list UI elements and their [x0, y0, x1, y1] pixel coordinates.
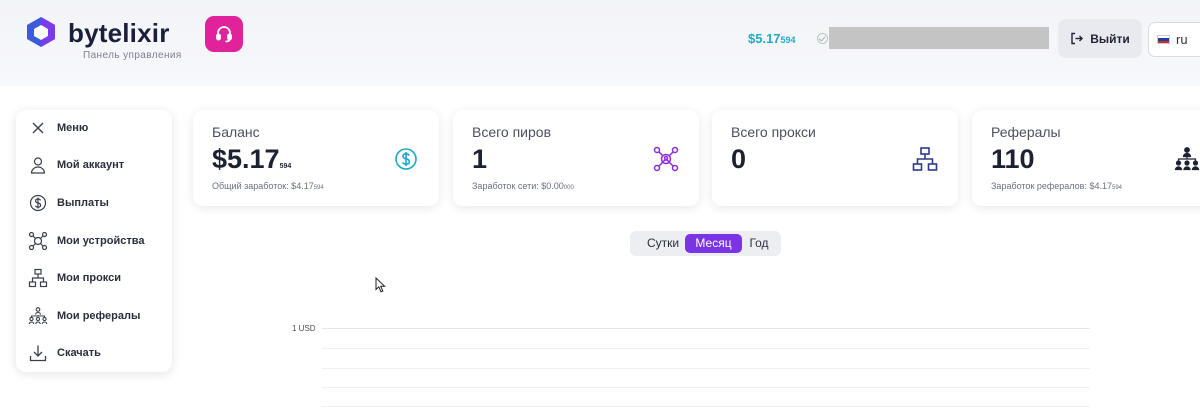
- referrals-card: Рефералы 110 Заработок рефералов: $4.175…: [972, 110, 1200, 206]
- sidebar-item-label: Мой аккаунт: [57, 159, 125, 171]
- referral-people-icon: [1174, 147, 1200, 171]
- sidebar-item-label: Мои прокси: [57, 272, 122, 284]
- header-balance-fraction: 594: [780, 35, 796, 45]
- sidebar-item-menu[interactable]: Меню: [28, 115, 168, 141]
- card-subtext-main: Общий заработок: $4.17: [212, 181, 314, 191]
- sidebar-item-proxies[interactable]: Мои прокси: [28, 265, 168, 291]
- chart-gridline: [322, 368, 1090, 369]
- chart-y-tick-label: 1 USD: [292, 324, 316, 333]
- top-header: bytelixir Панель управления $5.17594 Вый…: [0, 0, 1200, 86]
- card-value-main: 110: [991, 144, 1035, 174]
- card-title: Всего пиров: [472, 124, 552, 140]
- logout-icon: [1071, 32, 1084, 45]
- peers-card: Всего пиров 1 Заработок сети: $0.00000: [453, 110, 699, 206]
- card-subtext-fraction: 594: [1111, 185, 1122, 191]
- dollar-icon: [29, 194, 47, 212]
- card-value-main: 0: [731, 144, 747, 174]
- chart-gridline: [322, 406, 1090, 407]
- card-subtext: Общий заработок: $4.17594: [212, 181, 324, 191]
- peers-icon: [653, 146, 679, 172]
- card-value: 1: [472, 144, 487, 175]
- language-select[interactable]: ru: [1148, 22, 1200, 57]
- card-subtext-main: Заработок сети: $0.00: [472, 181, 564, 191]
- headset-icon: [216, 26, 232, 43]
- dollar-circle-icon: [395, 148, 417, 170]
- referrals-icon: [28, 307, 48, 325]
- sidebar-item-label: Меню: [57, 122, 89, 134]
- proxies-card: Всего прокси 0: [712, 110, 958, 206]
- sidebar-item-payouts[interactable]: Выплаты: [28, 190, 168, 216]
- brand-subtitle: Панель управления: [83, 50, 182, 61]
- period-day-button[interactable]: Сутки: [636, 234, 690, 253]
- brand-logo[interactable]: [26, 16, 56, 48]
- brand-name: bytelixir: [68, 18, 170, 48]
- chart-gridline: [322, 348, 1090, 349]
- redacted-account-info: [829, 27, 1049, 49]
- devices-icon: [28, 231, 48, 251]
- user-icon: [30, 157, 46, 174]
- header-balance-main: $5.17: [748, 31, 781, 46]
- card-subtext-main: Заработок рефералов: $4.17: [991, 181, 1112, 191]
- card-value-main: $5.17: [212, 144, 280, 174]
- logout-label: Выйти: [1090, 31, 1130, 46]
- mouse-cursor-icon: [375, 277, 386, 293]
- chart-gridline: [322, 387, 1090, 388]
- period-selector: Сутки Месяц Год: [630, 231, 781, 256]
- chart-gridline: [322, 328, 1090, 329]
- card-value: 0: [731, 144, 746, 175]
- card-title: Всего прокси: [731, 124, 816, 140]
- card-title: Баланс: [212, 124, 260, 140]
- sidebar-item-label: Мои устройства: [57, 235, 145, 247]
- sidebar-item-label: Выплаты: [57, 197, 109, 209]
- period-month-button[interactable]: Месяц: [685, 234, 742, 253]
- card-value-fraction: 594: [279, 163, 292, 170]
- network-icon: [28, 268, 48, 288]
- sidebar-item-label: Скачать: [57, 347, 101, 359]
- card-subtext-fraction: 000: [563, 185, 574, 191]
- language-code: ru: [1176, 32, 1188, 47]
- card-value-main: 1: [472, 144, 488, 174]
- card-value: 110: [991, 144, 1035, 175]
- card-subtext: Заработок сети: $0.00000: [472, 181, 574, 191]
- sidebar-item-download[interactable]: Скачать: [28, 340, 168, 366]
- card-title: Рефералы: [991, 124, 1061, 140]
- sidebar-item-devices[interactable]: Мои устройства: [28, 228, 168, 254]
- close-icon: [32, 122, 44, 134]
- period-year-button[interactable]: Год: [742, 234, 776, 253]
- logout-button[interactable]: Выйти: [1058, 19, 1142, 58]
- card-subtext: Заработок рефералов: $4.17594: [991, 181, 1122, 191]
- proxy-network-icon: [912, 147, 938, 171]
- sidebar-item-account[interactable]: Мой аккаунт: [28, 152, 168, 178]
- download-icon: [29, 345, 47, 362]
- sidebar-item-referrals[interactable]: Мои рефералы: [28, 303, 168, 329]
- header-balance: $5.17594: [748, 31, 796, 46]
- card-value: $5.17594: [212, 144, 291, 175]
- verified-check-icon: [817, 33, 828, 44]
- hexagon-logo-icon: [27, 17, 55, 47]
- support-button[interactable]: [205, 16, 243, 52]
- sidebar-menu: Меню Мой аккаунт Выплаты Мои устройства …: [16, 110, 172, 372]
- balance-card: Баланс $5.17594 Общий заработок: $4.1759…: [193, 110, 439, 206]
- russia-flag-icon: [1157, 35, 1170, 44]
- sidebar-item-label: Мои рефералы: [57, 310, 141, 322]
- card-subtext-fraction: 594: [313, 185, 324, 191]
